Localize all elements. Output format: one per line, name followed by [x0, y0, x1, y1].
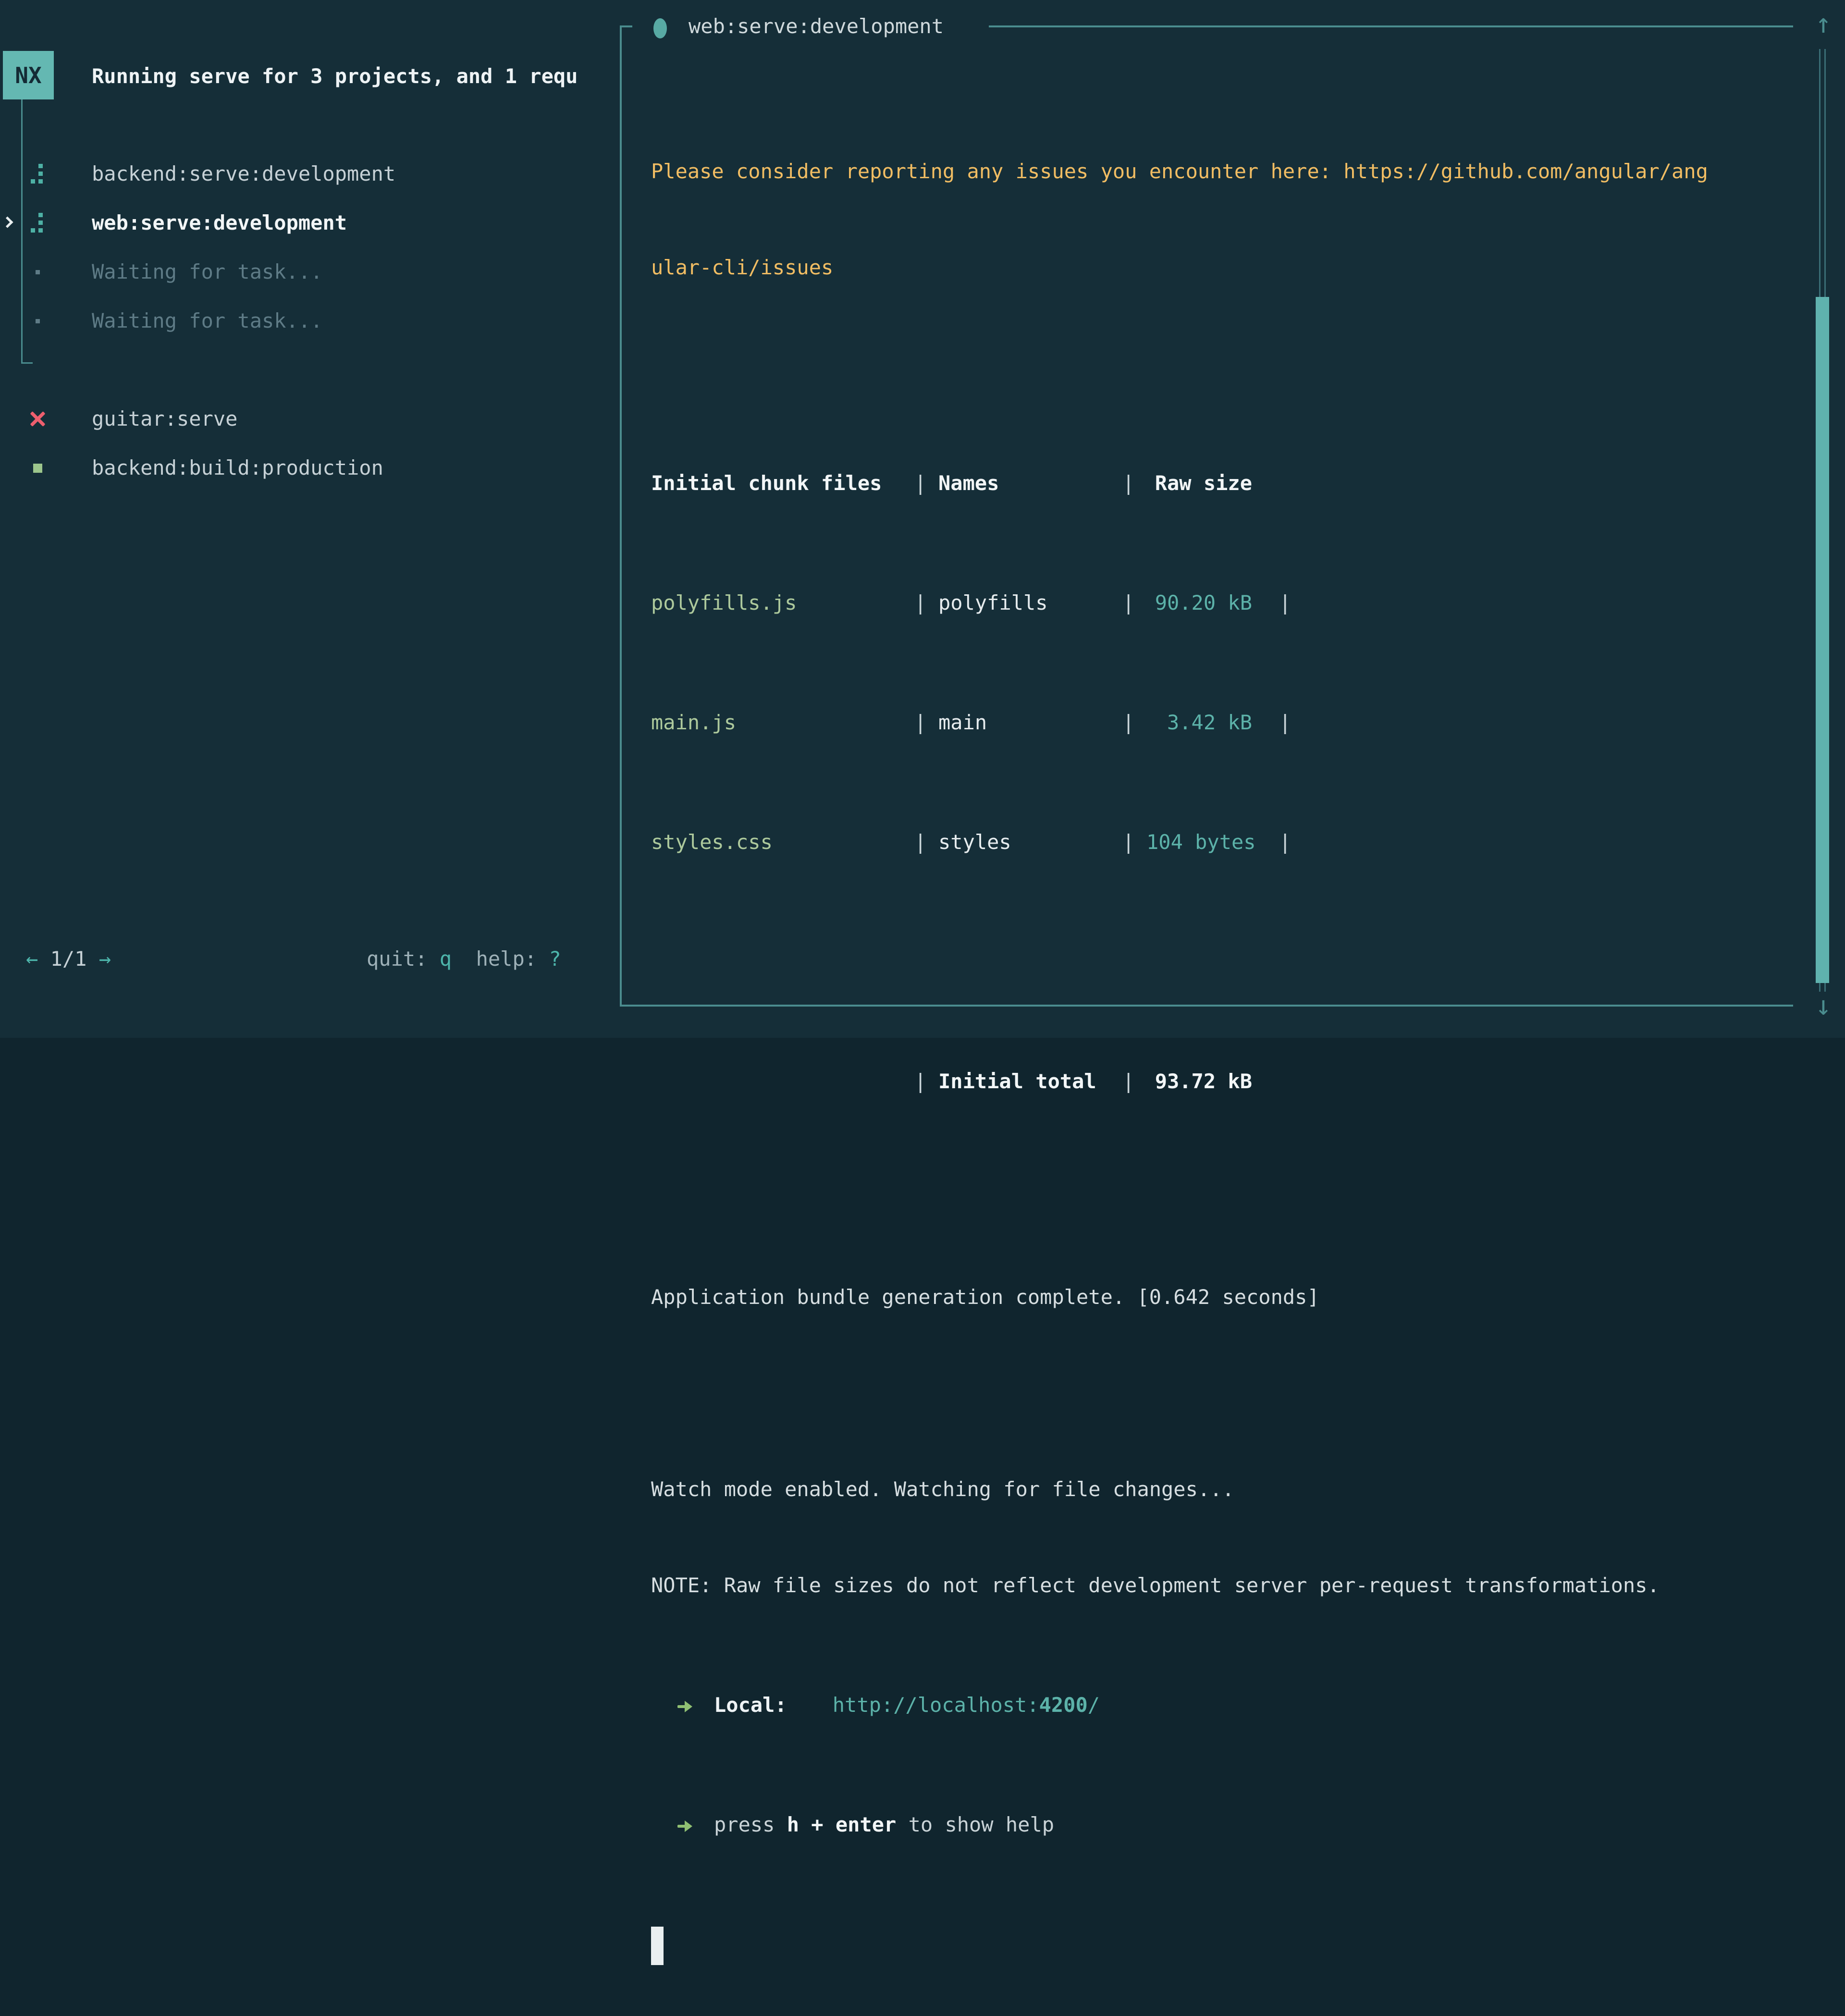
pipe: |: [914, 818, 938, 867]
task-label: web:serve:development: [92, 198, 347, 247]
url-port: 4200: [1039, 1693, 1088, 1717]
pipe: |: [1279, 818, 1291, 867]
blank-line: [651, 1369, 1708, 1418]
help-hint-label: help:: [476, 947, 537, 971]
note-message: NOTE: Raw file sizes do not reflect deve…: [651, 1561, 1708, 1610]
help-hint-key: ?: [549, 947, 561, 971]
local-label: Local:: [714, 1693, 787, 1717]
help-keys: h + enter: [787, 1813, 897, 1836]
chunk-table-row: styles.css|styles|104 bytes|: [651, 818, 1708, 867]
task-label: backend:build:production: [92, 443, 383, 492]
task-label: guitar:serve: [92, 394, 237, 443]
nx-tui-screen: NX Running serve for 3 projects, and 1 r…: [0, 0, 1845, 1038]
terminal-cursor: [651, 1927, 664, 1965]
chunk-name: main: [938, 698, 1122, 747]
task-list-spacer: [0, 345, 620, 394]
chunk-table-row: polyfills.js|polyfills|90.20 kB|: [651, 578, 1708, 627]
chunk-name: styles: [938, 818, 1122, 867]
col-files-header: Initial chunk files: [651, 459, 914, 508]
page-indicator: 1/1: [38, 947, 98, 971]
arrow-right-icon: [677, 1699, 695, 1714]
running-bullet-icon: [653, 18, 667, 38]
notice-line: ular-cli/issues: [651, 243, 1708, 292]
url-slash: /: [1088, 1693, 1100, 1717]
col-size-header: Raw size: [1146, 459, 1252, 508]
chunk-size: 90.20 kB: [1146, 578, 1252, 627]
pagination: ← 1/1 →: [26, 945, 111, 973]
pipe: |: [914, 698, 938, 747]
task-label: Waiting for task...: [92, 247, 322, 296]
chunk-file: polyfills.js: [651, 578, 914, 627]
spinner-icon: [29, 198, 46, 247]
col-names-header: Names: [938, 459, 1122, 508]
arrow-right-icon: [677, 1819, 695, 1833]
cursor-line: [651, 1920, 1708, 1969]
pipe: |: [914, 459, 938, 508]
help-hint-text: press h + enter to show help: [714, 1813, 1054, 1836]
task-label: backend:serve:development: [92, 149, 395, 198]
bundle-complete-message: Application bundle generation complete. …: [651, 1273, 1708, 1322]
spinner-icon: [29, 149, 46, 198]
keyboard-hints: quit: q help: ?: [367, 945, 561, 973]
task-list: backend:serve:development web:serve:deve…: [0, 149, 620, 492]
terminal-output: Please consider reporting any issues you…: [651, 100, 1708, 2016]
chunk-file: styles.css: [651, 818, 914, 867]
notice-line: Please consider reporting any issues you…: [651, 147, 1708, 196]
watch-mode-message: Watch mode enabled. Watching for file ch…: [651, 1465, 1708, 1514]
help-prefix: press: [714, 1813, 787, 1836]
task-label: Waiting for task...: [92, 296, 322, 345]
chunk-table-row: main.js|main|3.42 kB|: [651, 698, 1708, 747]
total-size: 93.72 kB: [1146, 1057, 1252, 1106]
page-next-arrow[interactable]: →: [99, 947, 111, 971]
quit-hint-key: q: [440, 947, 452, 971]
pipe: |: [1122, 698, 1146, 747]
chunk-table-header: Initial chunk files|Names|Raw size: [651, 459, 1708, 508]
pane-border-top-stub: [620, 25, 632, 27]
task-row-waiting-2[interactable]: Waiting for task...: [0, 296, 620, 345]
local-url-line: Local: http://localhost:4200/: [651, 1681, 1708, 1730]
nx-logo: NX: [3, 51, 54, 99]
pane-title: web:serve:development: [689, 2, 944, 51]
help-hint-line: press h + enter to show help: [651, 1800, 1708, 1849]
failed-x-icon: [29, 394, 46, 443]
chunk-size: 3.42 kB: [1146, 698, 1252, 747]
pending-dot-icon: [29, 296, 46, 345]
success-square-icon: [29, 443, 46, 492]
task-row-backend-build[interactable]: backend:build:production: [0, 443, 620, 492]
pipe: |: [914, 578, 938, 627]
selected-chevron-icon: [1, 216, 13, 228]
pipe: |: [1122, 1057, 1146, 1106]
chunk-table-total-row: |Initial total|93.72 kB: [651, 1057, 1708, 1106]
url-host: http://localhost:: [833, 1693, 1039, 1717]
scrollbar-thumb[interactable]: [1816, 297, 1829, 983]
blank-line: [651, 937, 1708, 986]
total-label: Initial total: [938, 1057, 1122, 1106]
scroll-up-arrow[interactable]: ↑: [1804, 0, 1843, 48]
pipe: |: [1122, 459, 1146, 508]
pipe: |: [1122, 578, 1146, 627]
pane-border-left: [620, 25, 622, 1007]
pane-border-top: [989, 25, 1793, 27]
help-suffix: to show help: [896, 1813, 1054, 1836]
page-prev-arrow[interactable]: ←: [26, 947, 38, 971]
pending-dot-icon: [29, 247, 46, 296]
task-row-backend-serve[interactable]: backend:serve:development: [0, 149, 620, 198]
blank-line: [651, 339, 1708, 388]
pipe: |: [1279, 578, 1291, 627]
chunk-size: 104 bytes: [1146, 818, 1252, 867]
run-summary-title: Running serve for 3 projects, and 1 requ: [92, 52, 615, 101]
blank-line: [651, 1177, 1708, 1226]
pipe: |: [1279, 698, 1291, 747]
task-row-guitar-serve[interactable]: guitar:serve: [0, 394, 620, 443]
pipe: |: [1122, 818, 1146, 867]
local-url-link[interactable]: http://localhost:4200/: [833, 1693, 1100, 1717]
pipe: |: [914, 1057, 938, 1106]
chunk-file: main.js: [651, 698, 914, 747]
task-row-web-serve[interactable]: web:serve:development: [0, 198, 620, 247]
quit-hint-label: quit:: [367, 947, 427, 971]
chunk-name: polyfills: [938, 578, 1122, 627]
scroll-down-arrow[interactable]: ↓: [1804, 982, 1843, 1030]
task-row-waiting-1[interactable]: Waiting for task...: [0, 247, 620, 296]
